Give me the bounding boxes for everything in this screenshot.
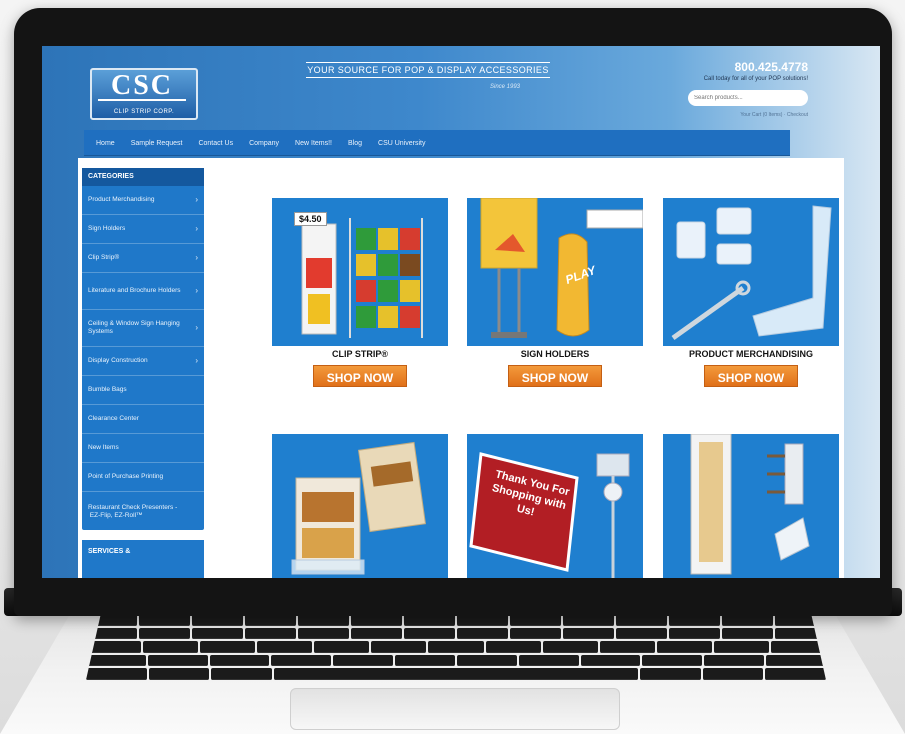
main-nav: Home Sample Request Contact Us Company N… bbox=[84, 130, 790, 156]
sidebar-item-label: Literature and Brochure Holders bbox=[88, 287, 181, 294]
call-text: Call today for all of your POP solutions… bbox=[703, 76, 808, 82]
nav-item-company[interactable]: Company bbox=[249, 140, 279, 147]
tile-image[interactable]: PLAY bbox=[467, 198, 643, 346]
sidebar-item-label: Clip Strip® bbox=[88, 254, 120, 261]
tile-sign-hanging[interactable]: Thank You For Shopping with Us! bbox=[467, 434, 643, 578]
product-merchandising-illustration bbox=[671, 205, 832, 341]
nav-item-sample-request[interactable]: Sample Request bbox=[131, 140, 183, 147]
tile-product-merchandising[interactable]: PRODUCT MERCHANDISING SHOP NOW bbox=[663, 198, 839, 387]
sidebar-item-label: Display Construction bbox=[88, 357, 148, 364]
category-tiles: $4.50 CLIP STRIP® SHOP NOW PLAY SIGN HOL… bbox=[228, 178, 844, 578]
sidebar-item-label: New Items bbox=[88, 444, 119, 451]
tile-title: SIGN HOLDERS bbox=[520, 349, 590, 359]
tile-title: PRODUCT MERCHANDISING bbox=[688, 349, 813, 359]
tile-image[interactable]: $4.50 bbox=[272, 198, 448, 346]
tile-title: CLIP STRIP® bbox=[332, 349, 388, 359]
tile-image[interactable]: Thank You For Shopping with Us! bbox=[467, 434, 643, 578]
sidebar-item-clearance-center[interactable]: Clearance Center bbox=[82, 405, 204, 434]
search-input[interactable] bbox=[688, 90, 808, 106]
shop-now-button[interactable]: SHOP NOW bbox=[508, 365, 602, 387]
since-text: Since 1993 bbox=[490, 84, 521, 90]
sidebar-title: CATEGORIES bbox=[82, 168, 204, 186]
sidebar-item-label: Ceiling & Window Sign Hanging Systems bbox=[88, 320, 180, 335]
sidebar-item-label: Sign Holders bbox=[88, 225, 126, 232]
shop-now-button[interactable]: SHOP NOW bbox=[704, 365, 798, 387]
site-header: CSC CLIP STRIP CORP. YOUR SOURCE FOR POP… bbox=[42, 46, 880, 130]
sidebar-item-ceiling-window-sign[interactable]: Ceiling & Window Sign Hanging Systems › bbox=[82, 310, 204, 347]
logo-mark: CSC bbox=[98, 72, 186, 101]
logo-subtitle: CLIP STRIP CORP. bbox=[113, 109, 175, 115]
main-content: CATEGORIES Product Merchandising › Sign … bbox=[78, 158, 844, 578]
nav-item-blog[interactable]: Blog bbox=[348, 140, 362, 147]
nav-item-home[interactable]: Home bbox=[96, 140, 115, 147]
chevron-right-icon: › bbox=[195, 286, 198, 295]
tile-image[interactable] bbox=[663, 198, 839, 346]
nav-item-csu-university[interactable]: CSU University bbox=[378, 140, 425, 147]
nav-item-contact-us[interactable]: Contact Us bbox=[198, 140, 233, 147]
services-sidebar-title: SERVICES & bbox=[82, 540, 204, 578]
sidebar-item-label: Product Merchandising bbox=[88, 196, 155, 203]
sidebar-item-check-presenters[interactable]: Restaurant Check Presenters - EZ-Flip, E… bbox=[82, 492, 204, 532]
sidebar-item-new-items[interactable]: New Items bbox=[82, 434, 204, 463]
shop-now-button[interactable]: SHOP NOW bbox=[313, 365, 407, 387]
sidebar-item-product-merchandising[interactable]: Product Merchandising › bbox=[82, 186, 204, 215]
literature-holder-illustration bbox=[291, 441, 426, 575]
chevron-right-icon: › bbox=[195, 224, 198, 233]
sidebar-item-label: Point of Purchase Printing bbox=[88, 473, 164, 480]
tile-image[interactable] bbox=[272, 434, 448, 578]
chevron-right-icon: › bbox=[195, 356, 198, 365]
sidebar-item-label: Clearance Center bbox=[88, 415, 139, 422]
sign-holders-illustration bbox=[480, 198, 643, 338]
sidebar-item-literature-holders[interactable]: Literature and Brochure Holders › bbox=[82, 273, 204, 310]
categories-sidebar: CATEGORIES Product Merchandising › Sign … bbox=[82, 168, 204, 530]
chevron-right-icon: › bbox=[195, 253, 198, 262]
display-illustration bbox=[690, 434, 810, 575]
sidebar-item-label: Bumble Bags bbox=[88, 386, 127, 393]
sidebar-item-clip-strip[interactable]: Clip Strip® › bbox=[82, 244, 204, 273]
keyboard bbox=[86, 614, 826, 680]
chevron-right-icon: › bbox=[195, 195, 198, 204]
trackpad bbox=[290, 688, 620, 730]
phone-number[interactable]: 800.425.4778 bbox=[735, 60, 808, 74]
site-tagline: YOUR SOURCE FOR POP & DISPLAY ACCESSORIE… bbox=[306, 62, 550, 78]
laptop-screen: CSC CLIP STRIP CORP. YOUR SOURCE FOR POP… bbox=[42, 46, 880, 578]
price-tag: $4.50 bbox=[294, 212, 327, 226]
site-logo[interactable]: CSC CLIP STRIP CORP. bbox=[90, 68, 198, 120]
tile-literature-holders[interactable] bbox=[272, 434, 448, 578]
chevron-right-icon: › bbox=[195, 323, 198, 332]
tile-display-construction[interactable] bbox=[663, 434, 839, 578]
nav-item-new-items[interactable]: New Items!! bbox=[295, 140, 332, 147]
sidebar-item-pop-printing[interactable]: Point of Purchase Printing bbox=[82, 463, 204, 492]
sidebar-item-bumble-bags[interactable]: Bumble Bags bbox=[82, 376, 204, 405]
tile-sign-holders[interactable]: PLAY SIGN HOLDERS SHOP NOW bbox=[467, 198, 643, 387]
sidebar-item-sign-holders[interactable]: Sign Holders › bbox=[82, 215, 204, 244]
sidebar-item-display-construction[interactable]: Display Construction › bbox=[82, 347, 204, 376]
sidebar-item-label: Restaurant Check Presenters - EZ-Flip, E… bbox=[88, 504, 178, 519]
tile-image[interactable] bbox=[663, 434, 839, 578]
cart-link[interactable]: Your Cart (0 Items) · Checkout bbox=[740, 112, 808, 118]
tile-clip-strip[interactable]: $4.50 CLIP STRIP® SHOP NOW bbox=[272, 198, 448, 387]
